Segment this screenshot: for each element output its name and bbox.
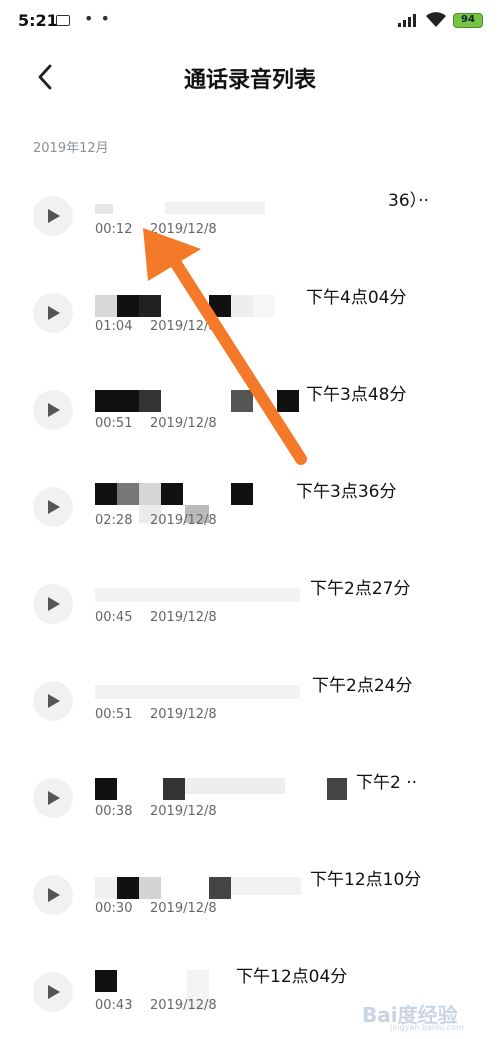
recording-duration: 01:04 <box>95 319 133 334</box>
page-title: 通话录音列表 <box>183 68 316 93</box>
redaction <box>139 390 161 412</box>
play-icon <box>48 403 60 417</box>
recording-duration: 00:51 <box>95 707 133 722</box>
recording-date: 2019/12/8 <box>150 707 217 722</box>
recording-duration: 02:28 <box>95 513 133 528</box>
redaction <box>95 685 300 699</box>
battery-indicator: 94 <box>453 13 483 28</box>
redaction <box>117 483 139 505</box>
recording-date: 2019/12/8 <box>150 513 217 528</box>
watermark: Bai度经验 jingyan.baidu.com <box>362 999 492 1035</box>
play-button[interactable] <box>33 487 73 527</box>
recording-date: 2019/12/8 <box>150 319 217 334</box>
sim-card-icon <box>56 15 70 26</box>
redaction <box>161 483 183 505</box>
wifi-icon <box>426 12 446 27</box>
redaction <box>231 295 253 317</box>
redaction <box>187 970 209 992</box>
recording-duration: 00:38 <box>95 804 133 819</box>
recording-row[interactable]: 下午2点24分 00:51 2019/12/8 <box>0 647 500 743</box>
redaction <box>95 778 117 800</box>
play-icon <box>48 694 60 708</box>
play-button[interactable] <box>33 196 73 236</box>
recording-date: 2019/12/8 <box>150 222 217 237</box>
watermark-url: jingyan.baidu.com <box>390 1023 464 1032</box>
redaction <box>277 390 299 412</box>
play-icon <box>48 306 60 320</box>
redaction <box>231 390 253 412</box>
redaction <box>117 877 139 899</box>
recording-title: 下午2 ·· <box>356 773 418 793</box>
recording-title: 36）·· <box>388 191 429 211</box>
recording-date: 2019/12/8 <box>150 901 217 916</box>
recording-duration: 00:43 <box>95 998 133 1013</box>
redaction <box>185 778 285 794</box>
section-header-month: 2019年12月 <box>33 141 109 156</box>
play-icon <box>48 597 60 611</box>
recording-duration: 00:12 <box>95 222 133 237</box>
recording-row[interactable]: 下午4点04分 01:04 2019/12/8 <box>0 259 500 355</box>
play-button[interactable] <box>33 778 73 818</box>
redaction <box>165 202 265 214</box>
play-button[interactable] <box>33 584 73 624</box>
recording-title: 下午2点24分 <box>312 676 413 696</box>
recording-row[interactable]: 36）·· 00:12 2019/12/8 <box>0 162 500 258</box>
redaction <box>139 877 161 899</box>
header: 通话录音列表 <box>0 50 500 104</box>
recording-title: 下午12点10分 <box>310 870 422 890</box>
recording-title: 下午4点04分 <box>306 288 407 308</box>
recording-date: 2019/12/8 <box>150 610 217 625</box>
play-button[interactable] <box>33 875 73 915</box>
recording-date: 2019/12/8 <box>150 998 217 1013</box>
redaction <box>209 295 231 317</box>
play-icon <box>48 500 60 514</box>
redaction <box>231 483 253 505</box>
status-bar: 5:21 • • 94 <box>0 0 500 44</box>
recording-row[interactable]: 下午2 ·· 00:38 2019/12/8 <box>0 744 500 840</box>
redaction <box>209 877 231 899</box>
notification-dots: • • <box>84 9 111 28</box>
redaction <box>95 483 117 505</box>
redaction <box>95 295 117 317</box>
play-button[interactable] <box>33 972 73 1012</box>
play-icon <box>48 209 60 223</box>
recording-date: 2019/12/8 <box>150 416 217 431</box>
redaction <box>231 877 301 895</box>
signal-icon <box>398 14 416 27</box>
redaction <box>117 295 139 317</box>
redaction <box>95 390 139 412</box>
recording-row[interactable]: 下午2点27分 00:45 2019/12/8 <box>0 550 500 646</box>
recording-row[interactable]: 下午3点36分 02:28 2019/12/8 <box>0 453 500 549</box>
play-icon <box>48 791 60 805</box>
redaction <box>327 778 347 800</box>
play-button[interactable] <box>33 681 73 721</box>
recording-duration: 00:51 <box>95 416 133 431</box>
play-button[interactable] <box>33 293 73 333</box>
play-icon <box>48 888 60 902</box>
redaction <box>95 877 117 899</box>
recording-date: 2019/12/8 <box>150 804 217 819</box>
recording-title: 下午3点48分 <box>306 385 407 405</box>
redaction <box>253 295 275 317</box>
recording-row[interactable]: 下午3点48分 00:51 2019/12/8 <box>0 356 500 452</box>
redaction <box>95 588 300 602</box>
recording-duration: 00:45 <box>95 610 133 625</box>
recording-title: 下午12点04分 <box>236 967 348 987</box>
recording-title: 下午3点36分 <box>296 482 397 502</box>
play-icon <box>48 985 60 999</box>
redaction <box>95 204 113 214</box>
redaction <box>139 483 161 505</box>
redaction <box>95 970 117 992</box>
redaction <box>163 778 185 800</box>
recording-duration: 00:30 <box>95 901 133 916</box>
recording-row[interactable]: 下午12点10分 00:30 2019/12/8 <box>0 841 500 937</box>
redaction <box>139 295 161 317</box>
play-button[interactable] <box>33 390 73 430</box>
recording-title: 下午2点27分 <box>310 579 411 599</box>
status-time: 5:21 <box>18 11 58 30</box>
